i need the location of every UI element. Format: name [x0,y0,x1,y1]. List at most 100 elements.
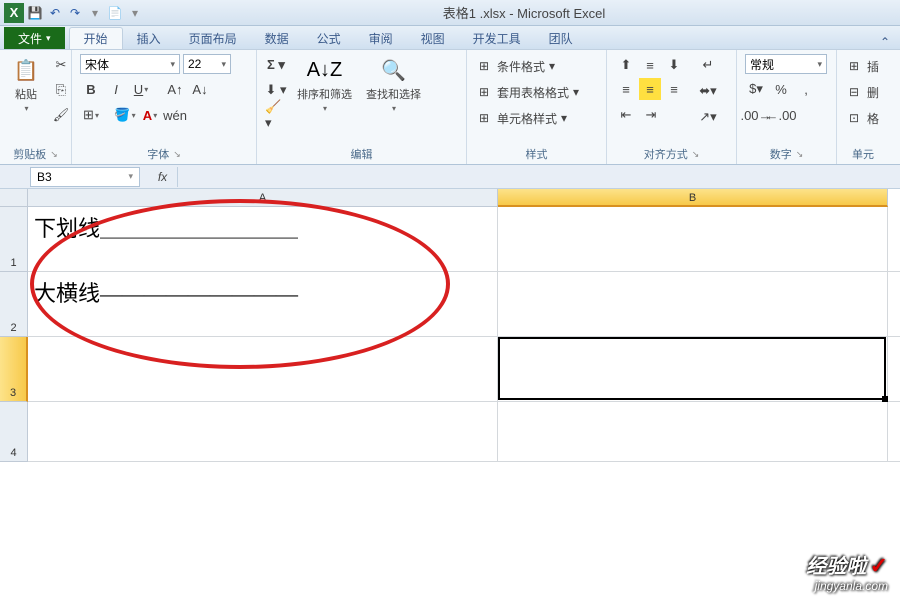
cut-icon[interactable]: ✂ [50,54,72,76]
row-header-2[interactable]: 2 [0,272,28,337]
paste-button[interactable]: 📋 粘贴 ▾ [8,54,44,144]
row-header-1[interactable]: 1 [0,207,28,272]
insert-icon: ⊞ [845,57,863,75]
table-format-button[interactable]: ⊞套用表格格式 ▾ [475,80,598,104]
merge-icon[interactable]: ⬌▾ [697,80,719,102]
tab-formulas[interactable]: 公式 [303,27,355,49]
insert-cells-button[interactable]: ⊞插 [845,54,881,78]
align-center-icon[interactable]: ≡ [639,78,661,100]
clear-icon[interactable]: 🧹▾ [265,104,287,126]
align-left-icon[interactable]: ≡ [615,78,637,100]
grow-font-icon[interactable]: A↑ [164,78,186,100]
sum-icon[interactable]: Σ ▾ [265,54,287,76]
name-box[interactable]: B3▾ [30,167,140,187]
orientation-icon[interactable]: ↗▾ [697,106,719,128]
italic-button[interactable]: I [105,78,127,100]
excel-icon[interactable]: X [4,3,24,23]
comma-icon[interactable]: , [795,78,817,100]
row-header-4[interactable]: 4 [0,402,28,462]
title-bar: X 💾 ↶ ↷ ▾ 📄 ▾ 表格1 .xlsx - Microsoft Exce… [0,0,900,26]
ribbon-tabs: 文件▾ 开始 插入 页面布局 数据 公式 审阅 视图 开发工具 团队 ⌃ [0,26,900,50]
group-number: 常规▾ $▾ % , .00→ ←.00 数字↘ [737,50,837,164]
group-font: 宋体▾ 22▾ B I U▾ A↑ A↓ ⊞▾ 🪣▾ A▾ wén 字体↘ [72,50,257,164]
qat-more-icon[interactable]: ▾ [126,4,144,22]
cells-area[interactable]: 下划线＿＿＿＿＿＿＿＿＿ 大横线————————— [28,207,900,599]
tab-layout[interactable]: 页面布局 [175,27,251,49]
cell-a4[interactable] [28,402,498,461]
inc-decimal-icon[interactable]: .00→ [745,104,767,126]
cell-b4[interactable] [498,402,888,461]
group-clipboard: 📋 粘贴 ▾ ✂ ⎘ 🖌 剪贴板↘ [0,50,72,164]
dec-decimal-icon[interactable]: ←.00 [770,104,792,126]
tab-data[interactable]: 数据 [251,27,303,49]
tab-view[interactable]: 视图 [407,27,459,49]
find-button[interactable]: 🔍 查找和选择 ▾ [362,54,425,144]
delete-icon: ⊟ [845,83,863,101]
indent-inc-icon[interactable]: ⇥ [640,104,662,126]
watermark: 经验啦 ✓ jingyanla.com [806,550,888,593]
save-icon[interactable]: 💾 [26,4,44,22]
copy-icon[interactable]: ⎘ [50,79,72,101]
tab-home[interactable]: 开始 [69,27,123,49]
cell-a2[interactable]: 大横线————————— [28,272,498,336]
qat-more-icon[interactable]: ▾ [86,4,104,22]
file-tab[interactable]: 文件▾ [4,27,65,49]
cell-a3[interactable] [28,337,498,401]
cell-b2[interactable] [498,272,888,336]
group-alignment: ⬆ ≡ ⬇ ≡ ≡ ≡ ⇤ ⇥ ↵ ⬌▾ ↗▾ 对齐方式↘ [607,50,737,164]
group-styles: ⊞条件格式 ▾ ⊞套用表格格式 ▾ ⊞单元格样式 ▾ 样式 [467,50,607,164]
row-header-3[interactable]: 3 [0,337,28,402]
fx-button[interactable]: fx [148,167,178,187]
launcher-icon[interactable]: ↘ [796,149,804,160]
cell-style-button[interactable]: ⊞单元格样式 ▾ [475,106,598,130]
col-header-b[interactable]: B [498,189,888,207]
align-top-icon[interactable]: ⬆ [615,54,637,76]
cell-a1[interactable]: 下划线＿＿＿＿＿＿＿＿＿ [28,207,498,271]
cell-b1[interactable] [498,207,888,271]
tab-review[interactable]: 审阅 [355,27,407,49]
font-name-combo[interactable]: 宋体▾ [80,54,180,74]
align-right-icon[interactable]: ≡ [663,78,685,100]
tab-developer[interactable]: 开发工具 [459,27,535,49]
undo-icon[interactable]: ↶ [46,4,64,22]
group-cells: ⊞插 ⊟删 ⊡格 单元 [837,50,889,164]
format-painter-icon[interactable]: 🖌 [50,104,72,126]
tab-insert[interactable]: 插入 [123,27,175,49]
font-size-combo[interactable]: 22▾ [183,54,231,74]
underline-button[interactable]: U▾ [130,78,152,100]
table-format-icon: ⊞ [475,83,493,101]
sort-button[interactable]: A↓Z 排序和筛选 ▾ [293,54,356,144]
col-header-a[interactable]: A [28,189,498,207]
align-bottom-icon[interactable]: ⬇ [663,54,685,76]
fill-icon[interactable]: ⬇ ▾ [265,79,287,101]
redo-icon[interactable]: ↷ [66,4,84,22]
column-headers: A B [28,189,900,207]
align-middle-icon[interactable]: ≡ [639,54,661,76]
border-button[interactable]: ⊞▾ [80,104,102,126]
fill-color-button[interactable]: 🪣▾ [114,104,136,126]
active-cell-border [498,337,886,400]
paste-icon: 📋 [12,56,40,84]
quick-access-toolbar: X 💾 ↶ ↷ ▾ 📄 ▾ [0,3,148,23]
number-format-combo[interactable]: 常规▾ [745,54,827,74]
bold-button[interactable]: B [80,78,102,100]
conditional-format-button[interactable]: ⊞条件格式 ▾ [475,54,598,78]
phonetic-icon[interactable]: wén [164,104,186,126]
group-editing: Σ ▾ ⬇ ▾ 🧹▾ A↓Z 排序和筛选 ▾ 🔍 查找和选择 ▾ 编辑 [257,50,467,164]
launcher-icon[interactable]: ↘ [692,149,700,160]
launcher-icon[interactable]: ↘ [50,149,58,160]
tab-team[interactable]: 团队 [535,27,587,49]
percent-icon[interactable]: % [770,78,792,100]
launcher-icon[interactable]: ↘ [173,149,181,160]
check-icon: ✓ [870,553,888,578]
font-color-button[interactable]: A▾ [139,104,161,126]
format-cells-button[interactable]: ⊡格 [845,106,881,130]
indent-dec-icon[interactable]: ⇤ [615,104,637,126]
minimize-ribbon-icon[interactable]: ⌃ [880,35,890,49]
select-all-corner[interactable] [0,189,28,207]
new-icon[interactable]: 📄 [106,4,124,22]
wrap-text-icon[interactable]: ↵ [697,54,719,76]
shrink-font-icon[interactable]: A↓ [189,78,211,100]
currency-icon[interactable]: $▾ [745,78,767,100]
delete-cells-button[interactable]: ⊟删 [845,80,881,104]
